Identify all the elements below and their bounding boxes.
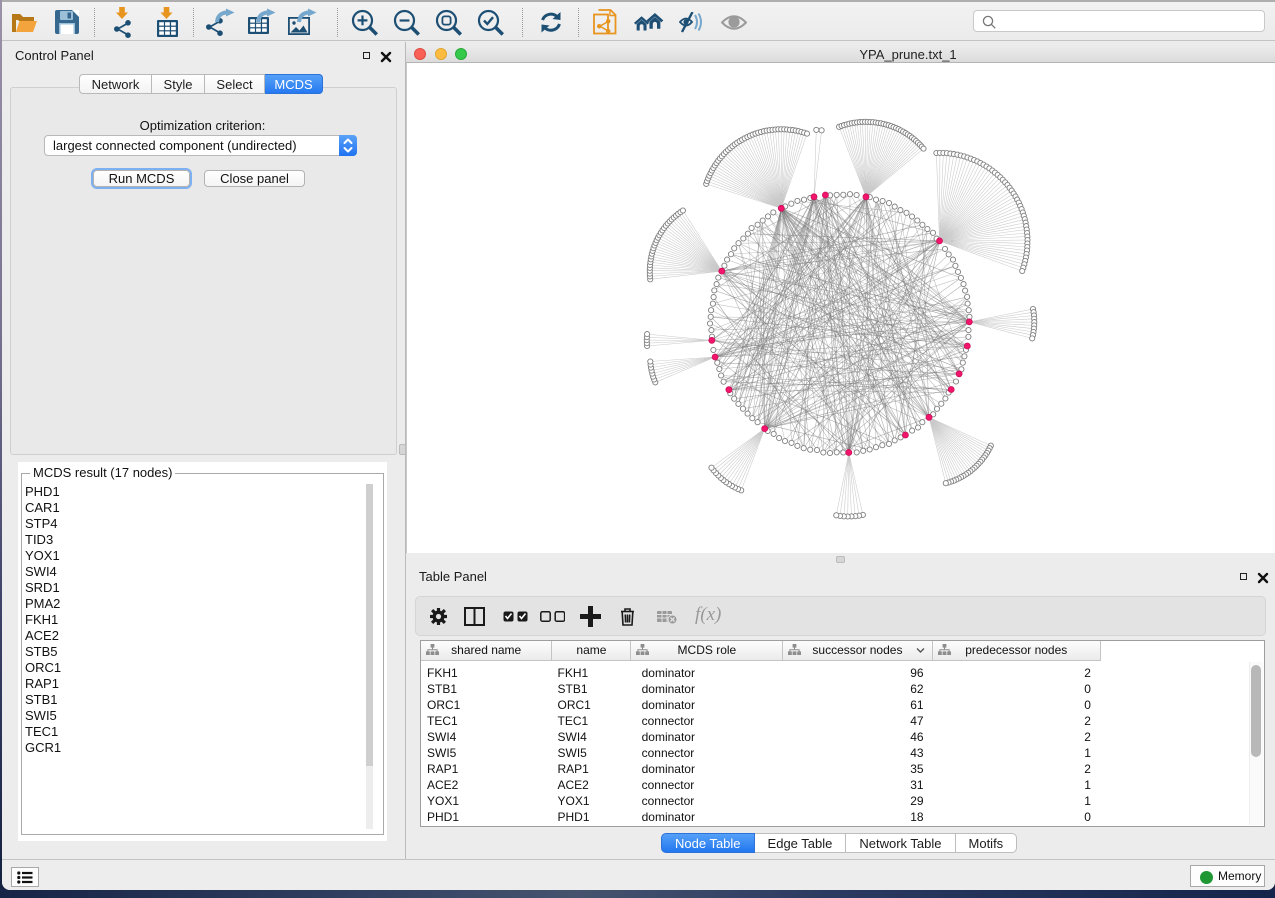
svg-text:f(x): f(x) <box>695 604 721 625</box>
